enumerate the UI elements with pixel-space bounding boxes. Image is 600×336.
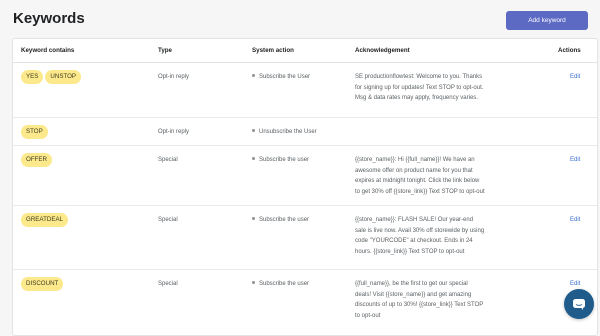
acknowledgement-cell: {{store_name}}: Hi {{full_name}}! We hav…	[355, 157, 485, 195]
type-cell: Special	[158, 281, 178, 287]
keyword-cell: DISCOUNT	[21, 277, 65, 291]
system-action-cell: Subscribe the user	[252, 155, 309, 166]
edit-link[interactable]: Edit	[570, 72, 580, 83]
keyword-badge: DISCOUNT	[21, 277, 64, 291]
table-row: GREATDEAL Special Subscribe the user {{s…	[13, 206, 597, 270]
system-action-text: Subscribe the User	[259, 74, 311, 80]
acknowledgement-cell: {{store_name}}: FLASH SALE! Our year-end…	[355, 217, 485, 255]
system-action-cell: Subscribe the user	[252, 215, 309, 226]
table-row: OFFER Special Subscribe the user {{store…	[13, 146, 597, 206]
keyword-badge: STOP	[21, 125, 48, 139]
system-action-cell: Subscribe the user	[252, 279, 309, 290]
bullet-icon	[252, 73, 255, 77]
system-action-text: Subscribe the user	[259, 281, 310, 287]
keyword-cell: STOP	[21, 125, 50, 139]
column-header-acknowledgement: Acknowledgement	[355, 47, 410, 54]
keyword-badge: GREATDEAL	[21, 213, 69, 227]
page-title: Keywords	[13, 10, 85, 27]
type-cell: Special	[158, 157, 178, 163]
acknowledgement-cell: {{full_name}}, be the first to get our s…	[355, 281, 484, 319]
system-action-text: Subscribe the user	[259, 157, 310, 163]
table-header: Keyword contains Type System action Ackn…	[13, 39, 597, 63]
edit-link[interactable]: Edit	[570, 155, 580, 166]
bullet-icon	[252, 280, 255, 284]
chat-button[interactable]	[564, 289, 594, 319]
system-action-cell: Subscribe the User	[252, 72, 310, 83]
system-action-text: Subscribe the user	[259, 217, 310, 223]
edit-link[interactable]: Edit	[570, 215, 580, 226]
keyword-badge: YES	[21, 70, 44, 84]
bullet-icon	[252, 216, 255, 220]
system-action-text: Unsubscribe the User	[259, 129, 317, 135]
bullet-icon	[252, 128, 255, 132]
table-row: STOP Opt-in reply Unsubscribe the User	[13, 118, 597, 146]
edit-link[interactable]: Edit	[570, 279, 580, 290]
type-cell: Opt-in reply	[158, 74, 190, 80]
acknowledgement-cell: SE productionflowtest: Welcome to you. T…	[355, 74, 484, 101]
column-header-system-action: System action	[252, 47, 294, 54]
type-cell: Special	[158, 217, 178, 223]
system-action-cell: Unsubscribe the User	[252, 127, 317, 138]
keyword-badge: OFFER	[21, 153, 52, 167]
table-row: YES UNSTOP Opt-in reply Subscribe the Use…	[13, 63, 597, 118]
keywords-table: Keyword contains Type System action Ackn…	[12, 38, 598, 336]
add-keyword-button[interactable]: Add keyword	[506, 11, 588, 30]
keyword-cell: GREATDEAL	[21, 213, 70, 227]
keyword-cell: YES UNSTOP	[21, 70, 83, 84]
column-header-type: Type	[158, 47, 172, 54]
type-cell: Opt-in reply	[158, 129, 190, 135]
column-header-actions: Actions	[558, 47, 581, 54]
keyword-cell: OFFER	[21, 153, 54, 167]
keyword-badge: UNSTOP	[45, 70, 82, 84]
table-row: DISCOUNT Special Subscribe the user {{fu…	[13, 270, 597, 330]
chat-bubble-icon	[573, 298, 585, 310]
column-header-keyword: Keyword contains	[21, 47, 75, 54]
bullet-icon	[252, 156, 255, 160]
